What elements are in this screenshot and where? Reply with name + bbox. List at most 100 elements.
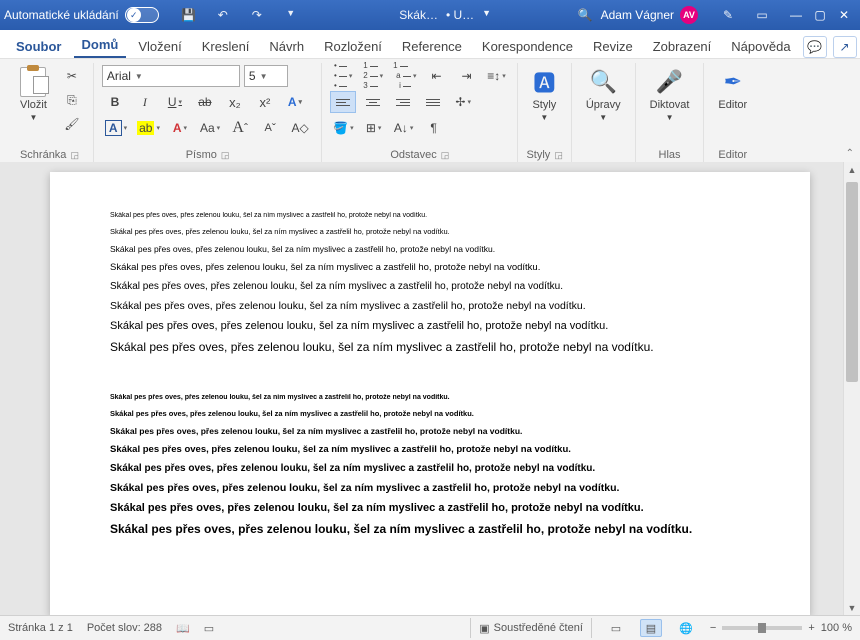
line-spacing-button[interactable]: ≡↕ xyxy=(483,65,509,87)
cut-button[interactable]: ✂ xyxy=(59,65,85,87)
maximize-button[interactable]: ▢ xyxy=(808,0,832,30)
para-1[interactable]: Skákal pes přes oves, přes zelenou louku… xyxy=(110,212,750,219)
font-name-combo[interactable]: Arial▼ xyxy=(102,65,240,87)
menu-file[interactable]: Soubor xyxy=(8,35,70,58)
read-mode-button[interactable]: ▭ xyxy=(606,620,626,636)
spellcheck-icon[interactable]: 📖 xyxy=(176,622,190,635)
para-b5[interactable]: Skákal pes přes oves, přes zelenou louku… xyxy=(110,463,750,474)
bold-button[interactable]: B xyxy=(102,91,128,113)
sort-button[interactable]: A↓ xyxy=(391,117,417,139)
strikethrough-button[interactable]: ab xyxy=(192,91,218,113)
dictate-button[interactable]: 🎤 Diktovat ▼ xyxy=(644,65,696,141)
web-layout-button[interactable]: 🌐 xyxy=(676,620,696,636)
indent-decrease-button[interactable]: ⇤ xyxy=(423,65,449,87)
editing-button[interactable]: 🔍 Úpravy ▼ xyxy=(580,65,627,141)
asian-layout-button[interactable]: ✢ xyxy=(450,91,476,113)
text-effects-button[interactable]: A xyxy=(282,91,308,113)
scroll-thumb[interactable] xyxy=(846,182,858,382)
search-icon[interactable]: 🔍 xyxy=(578,8,593,22)
align-left-button[interactable] xyxy=(330,91,356,113)
launcher-icon[interactable]: ◲ xyxy=(221,150,230,161)
para-5[interactable]: Skákal pes přes oves, přes zelenou louku… xyxy=(110,281,750,292)
vertical-scrollbar[interactable]: ▲ ▼ xyxy=(843,162,860,616)
align-justify-button[interactable] xyxy=(420,91,446,113)
underline-button[interactable]: U xyxy=(162,91,188,113)
para-b8[interactable]: Skákal pes přes oves, přes zelenou louku… xyxy=(110,522,750,536)
highlight-button[interactable]: ab xyxy=(134,117,163,139)
minimize-button[interactable]: — xyxy=(784,0,808,30)
print-layout-button[interactable]: ▤ xyxy=(640,619,662,637)
zoom-value[interactable]: 100 % xyxy=(821,622,852,634)
para-4[interactable]: Skákal pes přes oves, přes zelenou louku… xyxy=(110,262,750,273)
undo-icon[interactable]: ↶ xyxy=(211,8,235,22)
font-size-combo[interactable]: 5▼ xyxy=(244,65,288,87)
menu-insert[interactable]: Vložení xyxy=(130,35,189,58)
ribbon-options-icon[interactable]: ▭ xyxy=(750,8,774,22)
font-color-button[interactable]: A xyxy=(167,117,193,139)
para-b7[interactable]: Skákal pes přes oves, přes zelenou louku… xyxy=(110,502,750,514)
menu-review[interactable]: Revize xyxy=(585,35,641,58)
styles-button[interactable]: 🅰 Styly ▼ xyxy=(526,65,562,141)
focus-mode-button[interactable]: ▣ Soustředěné čtení xyxy=(470,618,592,638)
numbering-button[interactable]: 123 xyxy=(360,65,386,87)
para-6[interactable]: Skákal pes přes oves, přes zelenou louku… xyxy=(110,300,750,312)
editor-button[interactable]: ✒ Editor xyxy=(712,65,753,141)
change-case-button[interactable]: Aa xyxy=(197,117,223,139)
scroll-down-icon[interactable]: ▼ xyxy=(844,600,860,616)
shrink-font-button[interactable]: Aˇ xyxy=(257,117,283,139)
borders-button[interactable]: ⊞ xyxy=(361,117,387,139)
align-right-button[interactable] xyxy=(390,91,416,113)
para-2[interactable]: Skákal pes přes oves, přes zelenou louku… xyxy=(110,227,750,236)
clear-formatting-button[interactable]: A◇ xyxy=(287,117,313,139)
para-8[interactable]: Skákal pes přes oves, přes zelenou louku… xyxy=(110,340,750,354)
para-7[interactable]: Skákal pes přes oves, přes zelenou louku… xyxy=(110,320,750,332)
para-b3[interactable]: Skákal pes přes oves, přes zelenou louku… xyxy=(110,426,750,436)
menu-home[interactable]: Domů xyxy=(74,33,127,58)
save-icon[interactable]: 💾 xyxy=(177,8,201,22)
launcher-icon[interactable]: ◲ xyxy=(441,150,450,161)
italic-button[interactable]: I xyxy=(132,91,158,113)
zoom-slider[interactable] xyxy=(722,626,802,630)
align-center-button[interactable] xyxy=(360,91,386,113)
indent-increase-button[interactable]: ⇥ xyxy=(453,65,479,87)
show-marks-button[interactable]: ¶ xyxy=(421,117,447,139)
scroll-up-icon[interactable]: ▲ xyxy=(844,162,860,178)
menu-layout[interactable]: Rozložení xyxy=(316,35,390,58)
share-button[interactable]: ↗ xyxy=(833,36,857,58)
zoom-out-button[interactable]: − xyxy=(710,622,716,634)
multilevel-button[interactable]: 1ai xyxy=(390,65,419,87)
avatar[interactable]: AV xyxy=(680,6,698,24)
format-painter-button[interactable]: 🖌 xyxy=(59,113,85,135)
launcher-icon[interactable]: ◲ xyxy=(554,150,563,161)
collapse-ribbon-icon[interactable]: ⌃ xyxy=(846,148,854,159)
accessibility-icon[interactable]: ▭ xyxy=(204,622,214,635)
qat-dropdown-icon[interactable]: ▼ xyxy=(279,8,303,22)
menu-mailings[interactable]: Korespondence xyxy=(474,35,581,58)
redo-icon[interactable]: ↷ xyxy=(245,8,269,22)
notes-icon[interactable]: ✎ xyxy=(716,8,740,22)
menu-help[interactable]: Nápověda xyxy=(723,35,798,58)
para-b4[interactable]: Skákal pes přes oves, přes zelenou louku… xyxy=(110,444,750,455)
menu-design[interactable]: Návrh xyxy=(261,35,312,58)
superscript-button[interactable]: x² xyxy=(252,91,278,113)
page-indicator[interactable]: Stránka 1 z 1 xyxy=(8,622,73,634)
autosave-toggle[interactable] xyxy=(125,7,159,23)
shading-button[interactable]: 🪣 xyxy=(330,117,356,139)
copy-button[interactable]: ⎘ xyxy=(59,89,85,111)
para-b2[interactable]: Skákal pes přes oves, přes zelenou louku… xyxy=(110,409,750,418)
word-count[interactable]: Počet slov: 288 xyxy=(87,622,162,634)
grow-font-button[interactable]: Aˆ xyxy=(227,117,253,139)
menu-view[interactable]: Zobrazení xyxy=(645,35,720,58)
menu-draw[interactable]: Kreslení xyxy=(194,35,258,58)
para-b1[interactable]: Skákal pes přes oves, přes zelenou louku… xyxy=(110,394,750,401)
zoom-in-button[interactable]: + xyxy=(808,622,814,634)
paste-button[interactable]: Vložit ▼ xyxy=(14,65,53,141)
para-b6[interactable]: Skákal pes přes oves, přes zelenou louku… xyxy=(110,482,750,494)
menu-references[interactable]: Reference xyxy=(394,35,470,58)
comments-button[interactable]: 💬 xyxy=(803,36,827,58)
bullets-button[interactable]: ••• xyxy=(330,65,356,87)
page[interactable]: Skákal pes přes oves, přes zelenou louku… xyxy=(50,172,810,616)
user-name[interactable]: Adam Vágner xyxy=(601,8,674,22)
para-3[interactable]: Skákal pes přes oves, přes zelenou louku… xyxy=(110,244,750,254)
title-dropdown-icon[interactable]: ▼ xyxy=(482,8,491,22)
